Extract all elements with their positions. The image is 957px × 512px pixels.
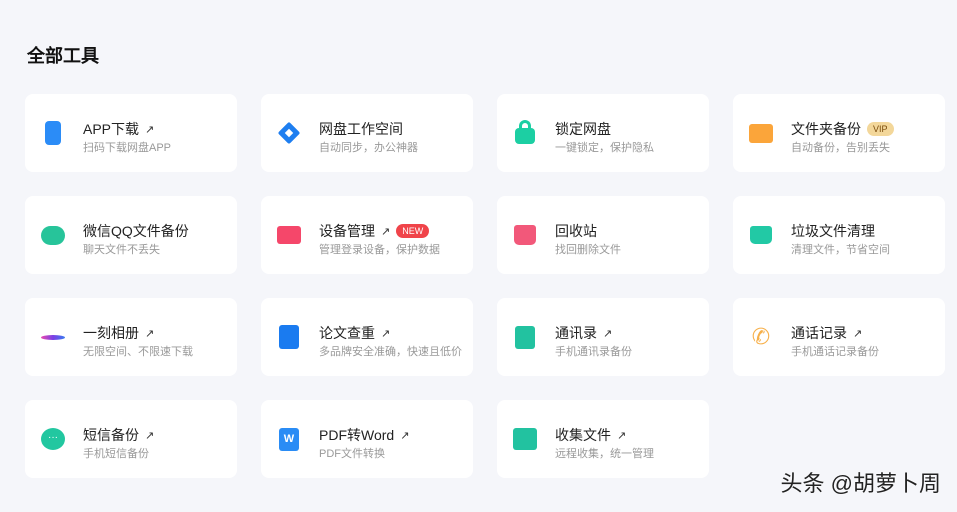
tool-name: 垃圾文件清理 [791,223,875,239]
tool-description: 一键锁定，保护隐私 [555,142,654,154]
tool-description: 远程收集，统一管理 [555,448,654,460]
tool-name-row: 一刻相册 ↗ [83,323,154,343]
tools-grid: APP下载 ↗ 扫码下载网盘APP 网盘工作空间 自动同步，办公神器 锁定网盘 一键锁定，保… [25,94,945,478]
external-link-icon: ↗ [400,429,410,442]
tool-description: 无限空间、不限速下载 [83,346,193,358]
tool-name: 锁定网盘 [555,121,611,137]
tool-name-row: 微信QQ文件备份 [83,221,189,241]
tool-card[interactable]: 文件夹备份 VIP 自动备份，告别丢失 [733,94,945,172]
tool-name-row: 设备管理 ↗ NEW [319,221,430,241]
tool-name: 微信QQ文件备份 [83,223,189,239]
phone-call-icon: ✆ [751,324,771,349]
tool-name-row: 锁定网盘 [555,119,611,139]
recycle-bin-icon [513,223,537,247]
tool-name: 文件夹备份 [791,121,861,137]
tool-description: 多品牌安全准确，快速且低价 [319,346,462,358]
tool-name-row: 通话记录 ↗ [791,323,862,343]
watermark: 头条 @胡萝卜周 [780,471,941,496]
tool-description: 聊天文件不丢失 [83,244,160,256]
tool-name: 通讯录 [555,325,597,341]
external-link-icon: ↗ [381,225,391,238]
tool-card[interactable]: 一刻相册 ↗ 无限空间、不限速下载 [25,298,237,376]
tool-description: 清理文件，节省空间 [791,244,890,256]
tool-name: PDF转Word [319,427,395,443]
tool-description: 手机通讯录备份 [555,346,632,358]
tool-name-row: 收集文件 ↗ [555,425,626,445]
section-title: 全部工具 [27,46,99,66]
workspace-icon [277,121,301,145]
tool-name: 回收站 [555,223,597,239]
paper-check-icon [277,325,301,349]
tool-description: 自动备份，告别丢失 [791,142,890,154]
tool-card[interactable]: 微信QQ文件备份聊天文件不丢失 [25,196,237,274]
tool-name: APP下载 [83,121,140,137]
tool-name: 收集文件 [555,427,611,443]
tool-name-row: 文件夹备份 VIP [791,119,894,139]
tool-name-row: PDF转Word ↗ [319,425,409,445]
tool-description: 手机通话记录备份 [791,346,879,358]
tool-name-row: 回收站 [555,221,597,241]
tool-badge: VIP [867,122,894,136]
tool-description: 找回删除文件 [555,244,621,256]
external-link-icon: ↗ [145,123,155,136]
tool-card[interactable]: W PDF转Word ↗ PDF文件转换 [261,400,473,478]
tool-card[interactable]: 设备管理 ↗ NEW 管理登录设备，保护数据 [261,196,473,274]
tool-description: 自动同步，办公神器 [319,142,418,154]
sms-icon: ··· [41,427,65,451]
tool-name-row: 论文查重 ↗ [319,323,390,343]
tool-name-row: 垃圾文件清理 [791,221,875,241]
tool-name-row: APP下载 ↗ [83,119,154,139]
tool-description: PDF文件转换 [319,448,385,460]
collect-icon [513,427,537,451]
tool-card[interactable]: 网盘工作空间自动同步，办公神器 [261,94,473,172]
tool-card[interactable]: 论文查重 ↗ 多品牌安全准确，快速且低价 [261,298,473,376]
tool-name: 论文查重 [319,325,375,341]
lock-icon [513,120,537,145]
word-icon: W [277,427,301,451]
tool-card[interactable]: 锁定网盘一键锁定，保护隐私 [497,94,709,172]
album-icon [41,325,65,349]
tool-name-row: 网盘工作空间 [319,119,403,139]
chat-icon [41,223,65,247]
tool-name: 一刻相册 [83,325,139,341]
tool-name: 通话记录 [791,325,847,341]
tool-card[interactable]: ✆ 通话记录 ↗ 手机通话记录备份 [733,298,945,376]
external-link-icon: ↗ [145,429,155,442]
tool-card[interactable]: 通讯录 ↗ 手机通讯录备份 [497,298,709,376]
external-link-icon: ↗ [381,327,391,340]
tool-card[interactable]: 回收站 找回删除文件 [497,196,709,274]
tool-description: 扫码下载网盘APP [83,142,172,154]
tool-description: 手机短信备份 [83,448,149,460]
external-link-icon: ↗ [853,327,863,340]
tool-name: 短信备份 [83,427,139,443]
tool-name: 设备管理 [319,223,375,239]
folder-icon [749,121,773,145]
tool-card[interactable]: ··· 短信备份 ↗ 手机短信备份 [25,400,237,478]
contacts-icon [513,325,537,349]
basket-icon [749,223,773,247]
external-link-icon: ↗ [145,327,155,340]
tool-name-row: 短信备份 ↗ [83,425,154,445]
tool-card[interactable]: APP下载 ↗ 扫码下载网盘APP [25,94,237,172]
external-link-icon: ↗ [617,429,627,442]
tool-card[interactable]: 垃圾文件清理清理文件，节省空间 [733,196,945,274]
phone-icon [41,121,65,145]
external-link-icon: ↗ [603,327,613,340]
devices-icon [277,223,301,247]
tool-name-row: 通讯录 ↗ [555,323,612,343]
tool-description: 管理登录设备，保护数据 [319,244,440,256]
tool-badge: NEW [396,224,430,238]
tool-card[interactable]: 收集文件 ↗ 远程收集，统一管理 [497,400,709,478]
tool-name: 网盘工作空间 [319,121,403,137]
